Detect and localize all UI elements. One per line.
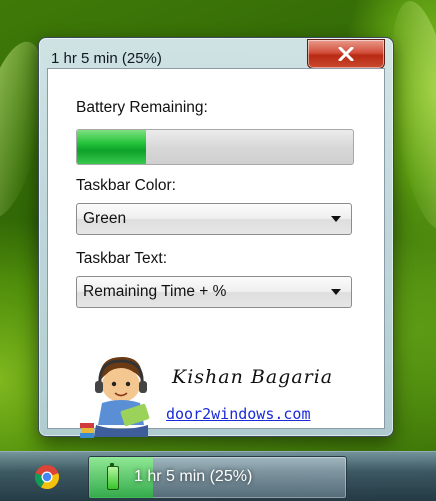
author-name: Kishan Bagaria — [172, 366, 334, 388]
taskbar-color-label: Taskbar Color: — [76, 177, 176, 194]
battery-progress-bar — [76, 129, 354, 165]
chrome-icon[interactable] — [34, 464, 60, 490]
website-link[interactable]: door2windows.com — [166, 405, 311, 423]
battery-remaining-label: Battery Remaining: — [76, 99, 208, 116]
taskbar-color-dropdown[interactable]: Green — [76, 203, 352, 235]
taskbar-text-dropdown[interactable]: Remaining Time + % — [76, 276, 352, 308]
chevron-down-icon — [331, 216, 341, 222]
close-button[interactable] — [307, 39, 385, 69]
taskbar-text-label: Taskbar Text: — [76, 250, 168, 267]
taskbar-item-text: 1 hr 5 min (25%) — [134, 468, 253, 485]
battery-window: 1 hr 5 min (25%) Battery Remaining: Task… — [38, 37, 394, 438]
battery-icon — [107, 463, 119, 490]
window-content: Battery Remaining: Taskbar Color: Green … — [47, 68, 385, 438]
taskbar-text-value: Remaining Time + % — [83, 283, 227, 300]
chevron-down-icon — [331, 289, 341, 295]
close-icon — [338, 47, 354, 61]
taskbar: 1 hr 5 min (25%) — [0, 451, 436, 501]
window-title: 1 hr 5 min (25%) — [51, 50, 162, 67]
taskbar-battery-item[interactable]: 1 hr 5 min (25%) — [88, 456, 347, 499]
battery-progress-fill — [77, 130, 146, 164]
author-avatar — [80, 357, 150, 438]
taskbar-color-value: Green — [83, 210, 127, 227]
